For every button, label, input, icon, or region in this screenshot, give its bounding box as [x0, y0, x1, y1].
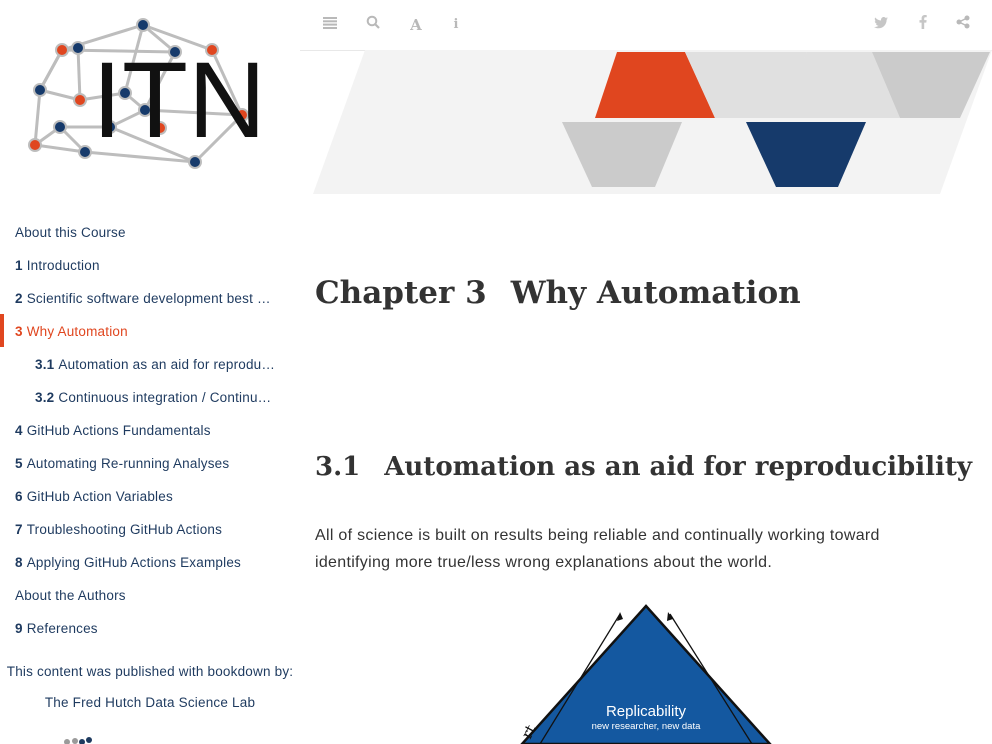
toc-item-number: 5 — [15, 456, 23, 471]
toc-item-label: Continuous integration / Continu… — [58, 390, 272, 405]
toc-item[interactable]: 4 GitHub Actions Fundamentals — [0, 413, 300, 446]
section-title: 3.1 Automation as an aid for reproducibil… — [315, 452, 972, 482]
toc-item-label: About this Course — [15, 225, 126, 240]
published-note: This content was published with bookdown… — [6, 664, 294, 679]
toc-item-number: 3.1 — [35, 357, 55, 372]
section-name: Automation as an aid for reproducibility — [384, 452, 972, 482]
sidebar: ITN About this Course 1 Introduction 2 Scien… — [0, 0, 300, 744]
toc-item[interactable]: 2 Scientific software development best … — [0, 281, 300, 314]
toc-item[interactable]: 1 Introduction — [0, 248, 300, 281]
toc-item-number: 3.2 — [35, 390, 55, 405]
toc-item-number: 2 — [15, 291, 23, 306]
table-of-contents: About this Course 1 Introduction 2 Scientifi… — [0, 215, 300, 644]
section-number: 3.1 — [315, 452, 361, 482]
search-icon[interactable] — [363, 15, 383, 35]
toc-item[interactable]: About the Authors — [0, 578, 300, 611]
toolbar: A i — [300, 0, 992, 51]
toc-item-label: Automating Re-running Analyses — [26, 456, 230, 471]
toc-item-label: About the Authors — [15, 588, 126, 603]
toc-item[interactable]: 6 GitHub Action Variables — [0, 479, 300, 512]
toc-item-label: GitHub Actions Fundamentals — [26, 423, 211, 438]
toc-item-label: References — [26, 621, 98, 636]
logo-text: ITN — [92, 39, 266, 160]
font-icon[interactable]: A — [406, 15, 426, 35]
figure-label: Replicability — [606, 703, 687, 720]
itn-logo: ITN — [28, 18, 266, 169]
fred-hutch-link[interactable]: The Fred Hutch Data Science Lab — [0, 695, 300, 710]
toc-item-label: GitHub Action Variables — [26, 489, 173, 504]
toc-item-label: Why Automation — [26, 324, 128, 339]
toc-item-label: Introduction — [26, 258, 100, 273]
toc-item-number: 8 — [15, 555, 23, 570]
menu-icon[interactable] — [320, 15, 340, 35]
chapter-title: Chapter 3 Why Automation — [315, 275, 801, 311]
body-paragraph: All of science is built on results being… — [315, 527, 880, 571]
partial-logo — [64, 737, 92, 744]
toc-item-number: 1 — [15, 258, 23, 273]
toc-item[interactable]: 3 Why Automation — [0, 314, 300, 347]
toc-item[interactable]: 8 Applying GitHub Actions Examples — [0, 545, 300, 578]
toc-item-label: Applying GitHub Actions Examples — [26, 555, 241, 570]
toc-item-number: 9 — [15, 621, 23, 636]
info-icon[interactable]: i — [446, 15, 466, 35]
toc-item[interactable]: 3.1 Automation as an aid for reprodu… — [0, 347, 300, 380]
figure-sublabel: new researcher, new data — [592, 721, 702, 732]
toc-item-label: Automation as an aid for reprodu… — [58, 357, 276, 372]
facebook-icon[interactable] — [913, 15, 933, 35]
share-icon[interactable] — [953, 15, 973, 35]
toc-item-number: 6 — [15, 489, 23, 504]
toc-item[interactable]: 5 Automating Re-running Analyses — [0, 446, 300, 479]
toc-item[interactable]: 7 Troubleshooting GitHub Actions — [0, 512, 300, 545]
course-banner — [313, 50, 992, 194]
toc-item-label: Troubleshooting GitHub Actions — [26, 522, 223, 537]
reproducibility-figure: Replicability new researcher, new data r… — [518, 604, 772, 744]
toc-item-label: Scientific software development best … — [26, 291, 271, 306]
twitter-icon[interactable] — [871, 15, 891, 35]
chapter-name: Why Automation — [510, 275, 801, 311]
toc-item[interactable]: 3.2 Continuous integration / Continu… — [0, 380, 300, 413]
chapter-number: Chapter 3 — [315, 275, 487, 311]
toc-item[interactable]: 9 References — [0, 611, 300, 644]
toc-item[interactable]: About this Course — [0, 215, 300, 248]
toc-item-number: 7 — [15, 522, 23, 537]
toc-item-number: 3 — [15, 324, 23, 339]
toc-item-number: 4 — [15, 423, 23, 438]
